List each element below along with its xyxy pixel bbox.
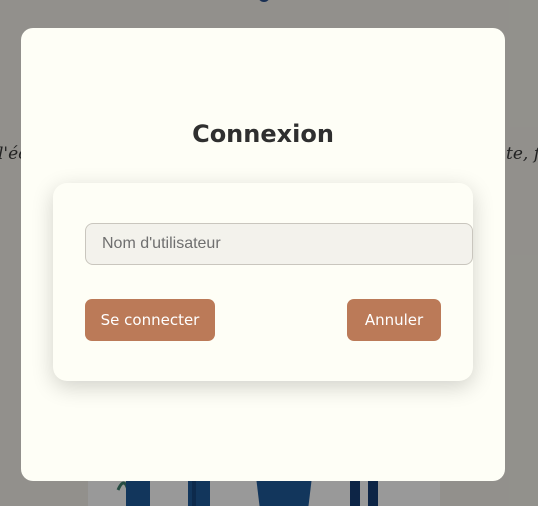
login-form-card: Se connecter Annuler	[53, 183, 473, 381]
login-button[interactable]: Se connecter	[85, 299, 215, 341]
app-page: l'éc te, fi Connexion Se connecter Annul…	[0, 0, 538, 506]
cancel-button[interactable]: Annuler	[347, 299, 441, 341]
modal-title: Connexion	[192, 120, 334, 148]
username-input[interactable]	[85, 223, 473, 265]
login-modal: Connexion Se connecter Annuler	[21, 28, 505, 481]
